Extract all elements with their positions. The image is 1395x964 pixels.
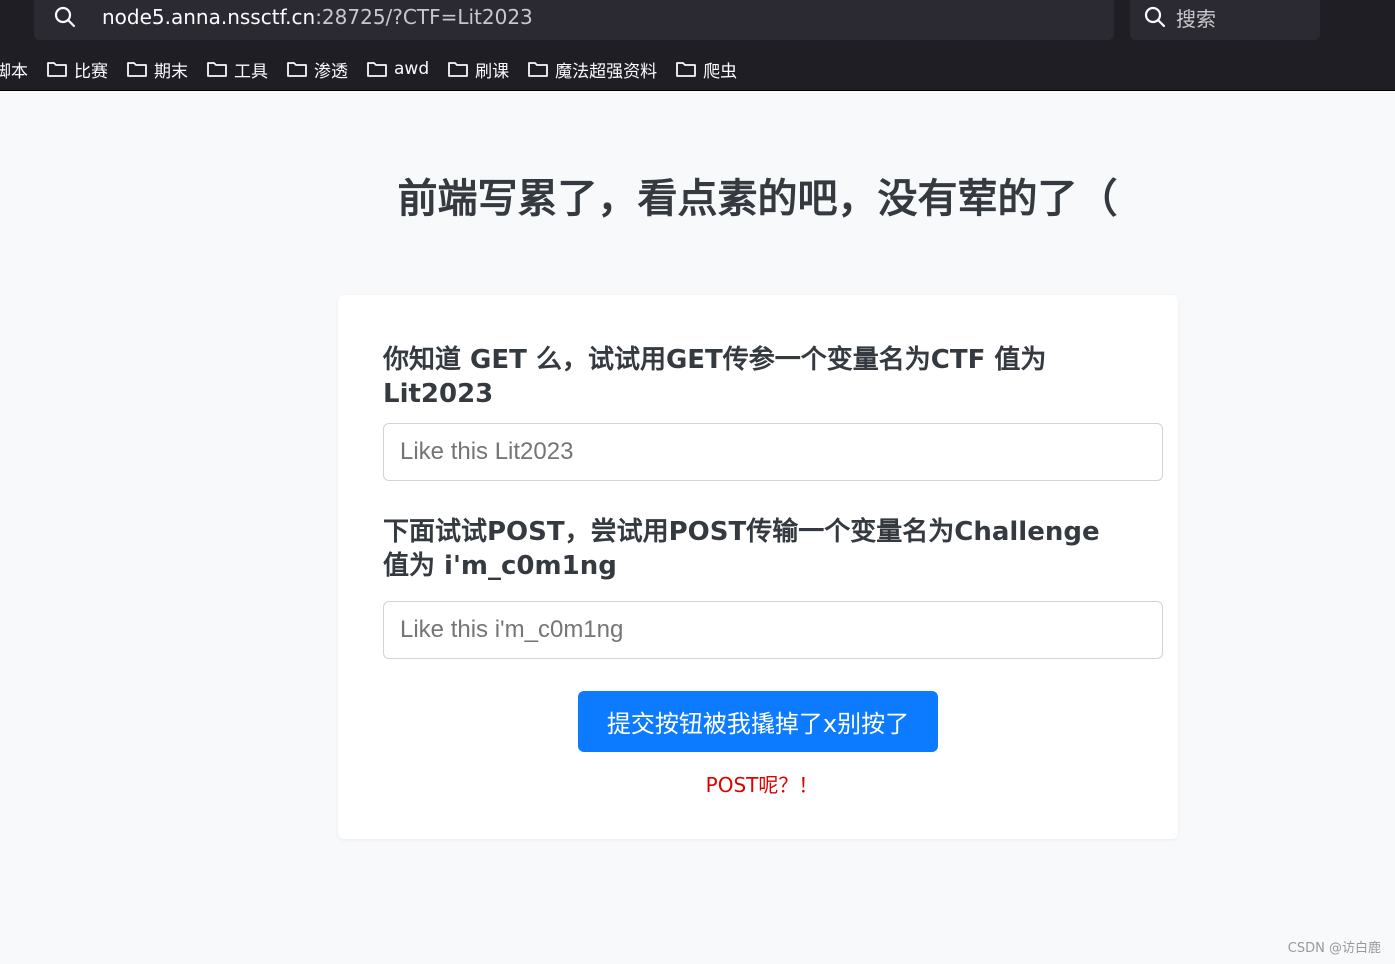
folder-icon <box>127 62 147 77</box>
folder-icon <box>528 62 549 77</box>
bookmark-label: 魔法超强资料 <box>555 61 658 82</box>
search-icon <box>52 4 78 30</box>
bookmark-label: awd <box>394 59 430 79</box>
folder-icon <box>367 62 387 77</box>
url-path: :28725/?CTF=Lit2023 <box>315 5 533 29</box>
bookmark-folder[interactable]: 刷课 <box>447 57 509 82</box>
ctf-input[interactable] <box>383 423 1163 481</box>
watermark: CSDN @访白鹿 <box>1287 941 1381 956</box>
question-get-label: 你知道 GET 么，试试用GET传参一个变量名为CTF 值为 Lit2023 <box>383 345 1047 409</box>
url-host: node5.anna.nssctf.cn <box>102 5 316 29</box>
folder-icon <box>47 62 67 77</box>
browser-search-box[interactable]: 搜索 <box>1130 0 1320 40</box>
bookmark-folder[interactable]: 爬虫 <box>675 57 737 82</box>
bookmark-item[interactable]: 脚本 <box>0 57 28 82</box>
address-url: node5.anna.nssctf.cn:28725/?CTF=Lit2023 <box>102 5 533 29</box>
bookmark-folder[interactable]: 魔法超强资料 <box>527 57 657 82</box>
submit-button[interactable]: 提交按钮被我撬掉了x别按了 <box>578 691 938 752</box>
challenge-card: 你知道 GET 么，试试用GET传参一个变量名为CTF 值为 Lit2023 下… <box>338 295 1178 839</box>
bookmark-folder[interactable]: awd <box>366 59 429 79</box>
address-bar[interactable]: node5.anna.nssctf.cn:28725/?CTF=Lit2023 <box>34 0 1114 40</box>
bookmark-folder[interactable]: 渗透 <box>286 57 348 82</box>
page-title: 前端写累了，看点素的吧，没有荤的了（ <box>397 176 1118 222</box>
folder-icon <box>207 62 227 77</box>
search-label: 搜索 <box>1176 6 1216 31</box>
search-icon <box>1142 4 1168 30</box>
bookmark-label: 脚本 <box>0 61 28 82</box>
bookmark-folder[interactable]: 比赛 <box>46 57 108 82</box>
folder-icon <box>676 62 697 77</box>
bookmark-label: 渗透 <box>314 61 348 82</box>
question-post-label: 下面试试POST，尝试用POST传输一个变量名为Challenge 值为 i'm… <box>383 517 1100 581</box>
bookmark-label: 期末 <box>154 61 188 82</box>
bookmark-label: 工具 <box>234 61 268 82</box>
bookmark-folder[interactable]: 工具 <box>206 57 268 82</box>
folder-icon <box>448 62 469 77</box>
bookmark-label: 刷课 <box>475 61 510 82</box>
bookmark-label: 比赛 <box>74 61 108 82</box>
bookmark-folder[interactable]: 期末 <box>126 57 188 82</box>
status-message: POST呢？！ <box>705 773 819 797</box>
folder-icon <box>287 62 307 77</box>
challenge-input[interactable] <box>383 601 1163 659</box>
browser-chrome: node5.anna.nssctf.cn:28725/?CTF=Lit2023 … <box>0 0 1395 91</box>
bookmarks-bar: 脚本 比赛 期末 工具 渗透 awd 刷课 魔法超强资料 爬虫 <box>0 54 755 84</box>
bookmark-label: 爬虫 <box>703 61 738 82</box>
